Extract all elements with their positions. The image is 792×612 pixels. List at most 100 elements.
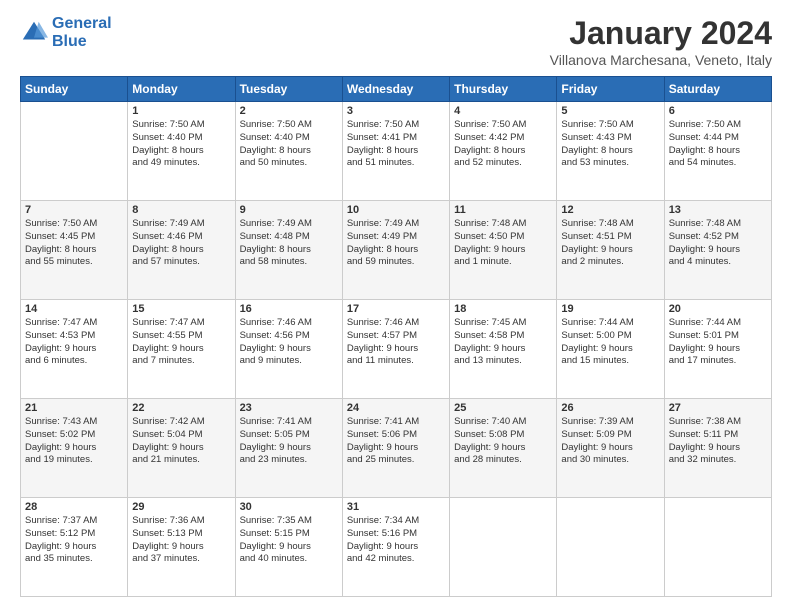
day-number: 5 xyxy=(561,105,659,117)
day-info: Sunrise: 7:42 AMSunset: 5:04 PMDaylight:… xyxy=(132,416,230,467)
calendar-cell: 12Sunrise: 7:48 AMSunset: 4:51 PMDayligh… xyxy=(557,201,664,300)
day-number: 19 xyxy=(561,303,659,315)
day-number: 9 xyxy=(240,204,338,216)
day-info: Sunrise: 7:38 AMSunset: 5:11 PMDaylight:… xyxy=(669,416,767,467)
calendar-cell: 29 Sunrise: 7:36 AMSunset: 5:13 PMDayligh… xyxy=(128,498,235,597)
day-info: Sunrise: 7:49 AMSunset: 4:48 PMDaylight:… xyxy=(240,218,338,269)
day-info: Sunrise: 7:44 AMSunset: 5:01 PMDaylight:… xyxy=(669,317,767,368)
day-number: 24 xyxy=(347,402,445,414)
calendar-cell: 6 Sunrise: 7:50 AMSunset: 4:44 PMDaylight… xyxy=(664,102,771,201)
calendar-cell: 19 Sunrise: 7:44 AMSunset: 5:00 PMDayligh… xyxy=(557,300,664,399)
day-number: 16 xyxy=(240,303,338,315)
week-row-5: 28 Sunrise: 7:37 AMSunset: 5:12 PMDayligh… xyxy=(21,498,772,597)
day-info: Sunrise: 7:48 AMSunset: 4:52 PMDaylight:… xyxy=(669,218,767,269)
logo: General Blue xyxy=(20,15,112,52)
calendar-cell: 9 Sunrise: 7:49 AMSunset: 4:48 PMDaylight… xyxy=(235,201,342,300)
day-info: Sunrise: 7:36 AMSunset: 5:13 PMDaylight:… xyxy=(132,515,230,566)
day-number: 3 xyxy=(347,105,445,117)
day-info: Sunrise: 7:40 AMSunset: 5:08 PMDaylight:… xyxy=(454,416,552,467)
day-number: 31 xyxy=(347,501,445,513)
day-info: Sunrise: 7:47 AMSunset: 4:55 PMDaylight:… xyxy=(132,317,230,368)
weekday-header-saturday: Saturday xyxy=(664,77,771,102)
calendar-cell: 28 Sunrise: 7:37 AMSunset: 5:12 PMDayligh… xyxy=(21,498,128,597)
calendar-table: SundayMondayTuesdayWednesdayThursdayFrid… xyxy=(20,76,772,597)
logo-text-line2: Blue xyxy=(52,33,112,51)
calendar-cell: 16 Sunrise: 7:46 AMSunset: 4:56 PMDayligh… xyxy=(235,300,342,399)
day-number: 12 xyxy=(561,204,659,216)
day-number: 13 xyxy=(669,204,767,216)
day-number: 15 xyxy=(132,303,230,315)
weekday-header-thursday: Thursday xyxy=(450,77,557,102)
day-info: Sunrise: 7:50 AMSunset: 4:45 PMDaylight:… xyxy=(25,218,123,269)
day-info: Sunrise: 7:41 AMSunset: 5:05 PMDaylight:… xyxy=(240,416,338,467)
day-info: Sunrise: 7:34 AMSunset: 5:16 PMDaylight:… xyxy=(347,515,445,566)
logo-icon xyxy=(20,19,48,47)
day-info: Sunrise: 7:50 AMSunset: 4:40 PMDaylight:… xyxy=(132,119,230,170)
day-info: Sunrise: 7:45 AMSunset: 4:58 PMDaylight:… xyxy=(454,317,552,368)
day-number: 8 xyxy=(132,204,230,216)
day-info: Sunrise: 7:46 AMSunset: 4:57 PMDaylight:… xyxy=(347,317,445,368)
day-number: 17 xyxy=(347,303,445,315)
calendar-cell: 27 Sunrise: 7:38 AMSunset: 5:11 PMDayligh… xyxy=(664,399,771,498)
weekday-header-wednesday: Wednesday xyxy=(342,77,449,102)
day-number: 25 xyxy=(454,402,552,414)
day-number: 26 xyxy=(561,402,659,414)
calendar-cell xyxy=(557,498,664,597)
day-info: Sunrise: 7:46 AMSunset: 4:56 PMDaylight:… xyxy=(240,317,338,368)
day-number: 10 xyxy=(347,204,445,216)
day-number: 22 xyxy=(132,402,230,414)
day-info: Sunrise: 7:35 AMSunset: 5:15 PMDaylight:… xyxy=(240,515,338,566)
calendar-cell: 1 Sunrise: 7:50 AMSunset: 4:40 PMDaylight… xyxy=(128,102,235,201)
day-number: 27 xyxy=(669,402,767,414)
calendar-cell: 3 Sunrise: 7:50 AMSunset: 4:41 PMDaylight… xyxy=(342,102,449,201)
calendar-cell xyxy=(664,498,771,597)
day-info: Sunrise: 7:50 AMSunset: 4:41 PMDaylight:… xyxy=(347,119,445,170)
calendar-cell: 4Sunrise: 7:50 AMSunset: 4:42 PMDaylight… xyxy=(450,102,557,201)
day-number: 2 xyxy=(240,105,338,117)
calendar-cell: 14 Sunrise: 7:47 AMSunset: 4:53 PMDayligh… xyxy=(21,300,128,399)
calendar-cell: 10 Sunrise: 7:49 AMSunset: 4:49 PMDayligh… xyxy=(342,201,449,300)
calendar-cell xyxy=(450,498,557,597)
day-number: 1 xyxy=(132,105,230,117)
weekday-header-sunday: Sunday xyxy=(21,77,128,102)
calendar-cell: 7Sunrise: 7:50 AMSunset: 4:45 PMDaylight… xyxy=(21,201,128,300)
calendar-cell: 30 Sunrise: 7:35 AMSunset: 5:15 PMDayligh… xyxy=(235,498,342,597)
day-info: Sunrise: 7:50 AMSunset: 4:40 PMDaylight:… xyxy=(240,119,338,170)
calendar-cell: 24Sunrise: 7:41 AMSunset: 5:06 PMDayligh… xyxy=(342,399,449,498)
calendar-cell: 18Sunrise: 7:45 AMSunset: 4:58 PMDayligh… xyxy=(450,300,557,399)
day-number: 29 xyxy=(132,501,230,513)
calendar-cell: 31 Sunrise: 7:34 AMSunset: 5:16 PMDayligh… xyxy=(342,498,449,597)
day-number: 30 xyxy=(240,501,338,513)
day-number: 28 xyxy=(25,501,123,513)
day-number: 11 xyxy=(454,204,552,216)
main-title: January 2024 xyxy=(550,15,772,52)
calendar-cell: 20Sunrise: 7:44 AMSunset: 5:01 PMDayligh… xyxy=(664,300,771,399)
calendar-cell: 17 Sunrise: 7:46 AMSunset: 4:57 PMDayligh… xyxy=(342,300,449,399)
calendar-cell: 5 Sunrise: 7:50 AMSunset: 4:43 PMDaylight… xyxy=(557,102,664,201)
calendar-cell: 2 Sunrise: 7:50 AMSunset: 4:40 PMDaylight… xyxy=(235,102,342,201)
calendar-cell: 8Sunrise: 7:49 AMSunset: 4:46 PMDaylight… xyxy=(128,201,235,300)
calendar-cell: 15 Sunrise: 7:47 AMSunset: 4:55 PMDayligh… xyxy=(128,300,235,399)
day-number: 14 xyxy=(25,303,123,315)
calendar-cell: 13 Sunrise: 7:48 AMSunset: 4:52 PMDayligh… xyxy=(664,201,771,300)
day-info: Sunrise: 7:50 AMSunset: 4:42 PMDaylight:… xyxy=(454,119,552,170)
header: General Blue January 2024 Villanova Marc… xyxy=(20,15,772,68)
weekday-header-friday: Friday xyxy=(557,77,664,102)
day-info: Sunrise: 7:50 AMSunset: 4:43 PMDaylight:… xyxy=(561,119,659,170)
week-row-1: 1 Sunrise: 7:50 AMSunset: 4:40 PMDaylight… xyxy=(21,102,772,201)
weekday-header-row: SundayMondayTuesdayWednesdayThursdayFrid… xyxy=(21,77,772,102)
day-info: Sunrise: 7:49 AMSunset: 4:49 PMDaylight:… xyxy=(347,218,445,269)
calendar-cell: 25 Sunrise: 7:40 AMSunset: 5:08 PMDayligh… xyxy=(450,399,557,498)
day-info: Sunrise: 7:37 AMSunset: 5:12 PMDaylight:… xyxy=(25,515,123,566)
day-info: Sunrise: 7:44 AMSunset: 5:00 PMDaylight:… xyxy=(561,317,659,368)
day-info: Sunrise: 7:48 AMSunset: 4:50 PMDaylight:… xyxy=(454,218,552,269)
day-number: 6 xyxy=(669,105,767,117)
title-block: January 2024 Villanova Marchesana, Venet… xyxy=(550,15,772,68)
day-info: Sunrise: 7:47 AMSunset: 4:53 PMDaylight:… xyxy=(25,317,123,368)
day-number: 21 xyxy=(25,402,123,414)
day-info: Sunrise: 7:43 AMSunset: 5:02 PMDaylight:… xyxy=(25,416,123,467)
subtitle: Villanova Marchesana, Veneto, Italy xyxy=(550,52,772,68)
calendar-cell: 11 Sunrise: 7:48 AMSunset: 4:50 PMDayligh… xyxy=(450,201,557,300)
day-info: Sunrise: 7:50 AMSunset: 4:44 PMDaylight:… xyxy=(669,119,767,170)
logo-text-line1: General xyxy=(52,15,112,33)
